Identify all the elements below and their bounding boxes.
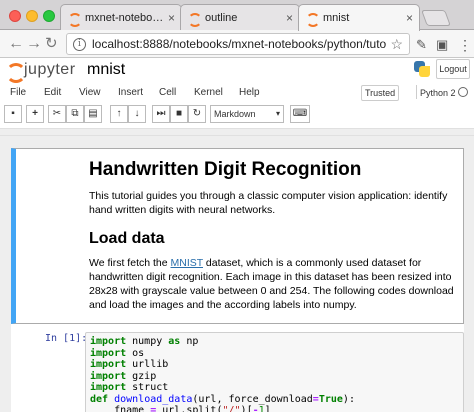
url-text: localhost:8888/notebooks/mxnet-notebooks… [92, 37, 387, 51]
markdown-cell[interactable]: Handwritten Digit Recognition This tutor… [11, 148, 464, 324]
menu-dots-icon[interactable]: ⋮ [458, 37, 472, 54]
close-tab-icon[interactable]: × [168, 11, 175, 25]
code-line: import os [90, 347, 145, 359]
menu-kernel[interactable]: Kernel [194, 87, 223, 98]
copy-icon[interactable]: ⧉ [66, 105, 84, 123]
jupyter-header: jupyter mnist Logout [0, 58, 474, 83]
header-divider [0, 128, 474, 136]
code-line: fname = url.split("/")[-1] [90, 405, 271, 412]
close-tab-icon[interactable]: × [286, 11, 293, 25]
maximize-window-button[interactable] [43, 10, 55, 22]
jupyter-favicon-icon [187, 12, 202, 27]
code-line: import numpy as np [90, 336, 199, 347]
load-data-paragraph: We first fetch the MNIST dataset, which … [89, 256, 459, 312]
bookmark-star-icon[interactable]: ☆ [390, 36, 403, 53]
menu-insert[interactable]: Insert [118, 87, 143, 98]
run-cell-icon[interactable]: ⏭ [152, 105, 170, 123]
paste-icon[interactable]: ▤ [84, 105, 102, 123]
reload-icon[interactable]: ↻ [45, 35, 58, 53]
menu-help[interactable]: Help [239, 87, 260, 98]
browser-tab-bar: mxnet-notebooks/ × outline × mnist × [0, 0, 474, 31]
kernel-name: Python 2 [420, 88, 456, 98]
close-tab-icon[interactable]: × [406, 11, 413, 25]
kernel-status-icon [458, 87, 468, 97]
move-down-icon[interactable]: ↓ [128, 105, 146, 123]
close-window-button[interactable] [9, 10, 21, 22]
browser-tab-outline[interactable]: outline × [180, 4, 300, 30]
new-tab-button[interactable] [421, 10, 451, 26]
notebook-name[interactable]: mnist [87, 61, 125, 79]
stop-icon[interactable]: ■ [170, 105, 188, 123]
code-line: def download_data(url, force_download=Tr… [90, 393, 355, 405]
trusted-indicator[interactable]: Trusted [361, 85, 400, 101]
jupyter-logo-text[interactable]: jupyter [24, 61, 76, 79]
python-logo-icon [413, 60, 431, 78]
chevron-down-icon: ▾ [275, 109, 280, 118]
jupyter-menu-bar: File Edit View Insert Cell Kernel Help T… [0, 82, 474, 102]
code-cell[interactable]: In [1]: import numpy as np import os impor… [11, 328, 464, 412]
keyboard-icon[interactable]: ⌨ [290, 105, 310, 123]
jupyter-favicon-icon [67, 12, 82, 27]
markdown-rendered: Handwritten Digit Recognition This tutor… [89, 159, 459, 312]
jupyter-favicon-icon [305, 12, 320, 27]
menu-view[interactable]: View [79, 87, 101, 98]
browser-tab-mnist[interactable]: mnist × [298, 4, 420, 31]
notebook-container: Handwritten Digit Recognition This tutor… [11, 148, 464, 412]
menu-cell[interactable]: Cell [159, 87, 176, 98]
section-heading: Load data [89, 230, 165, 247]
save-icon[interactable]: ▪ [4, 105, 22, 123]
para-text: We first fetch the [89, 257, 171, 269]
address-bar[interactable]: i localhost:8888/notebooks/mxnet-noteboo… [66, 33, 410, 55]
intro-paragraph: This tutorial guides you through a class… [89, 190, 448, 216]
code-editor[interactable]: import numpy as np import os import urllib… [85, 332, 464, 412]
extension-icon[interactable]: ▣ [436, 37, 448, 53]
restart-icon[interactable]: ↻ [188, 105, 206, 123]
minimize-window-button[interactable] [26, 10, 38, 22]
cell-type-select[interactable]: Markdown ▾ [210, 105, 284, 123]
browser-tab-mxnet-notebooks[interactable]: mxnet-notebooks/ × [60, 4, 182, 30]
cut-icon[interactable]: ✂ [48, 105, 66, 123]
notebook-heading: Handwritten Digit Recognition [89, 159, 362, 180]
browser-nav-bar: ← → ↻ i localhost:8888/notebooks/mxnet-n… [0, 30, 474, 58]
back-arrow-icon[interactable]: ← [8, 35, 24, 53]
move-up-icon[interactable]: ↑ [110, 105, 128, 123]
logout-button[interactable]: Logout [436, 59, 470, 79]
info-icon[interactable]: i [73, 37, 86, 51]
code-line: import urllib [90, 359, 169, 370]
cell-prompt: In [1]: [45, 333, 88, 344]
insert-cell-icon[interactable]: + [26, 105, 44, 123]
extension-icon[interactable]: ✎ [416, 37, 427, 53]
menu-edit[interactable]: Edit [44, 87, 61, 98]
cell-type-value: Markdown [214, 109, 256, 119]
jupyter-toolbar: ▪ + ✂ ⧉ ▤ ↑ ↓ ⏭ ■ ↻ Markdown ▾ ⌨ [0, 104, 474, 124]
forward-arrow-icon[interactable]: → [26, 35, 42, 53]
code-line: import gzip [90, 370, 157, 382]
menu-file[interactable]: File [10, 87, 26, 98]
mnist-link[interactable]: MNIST [171, 257, 203, 269]
divider [416, 85, 417, 99]
code-line: import struct [90, 382, 169, 393]
jupyter-logo-icon[interactable] [6, 60, 26, 83]
